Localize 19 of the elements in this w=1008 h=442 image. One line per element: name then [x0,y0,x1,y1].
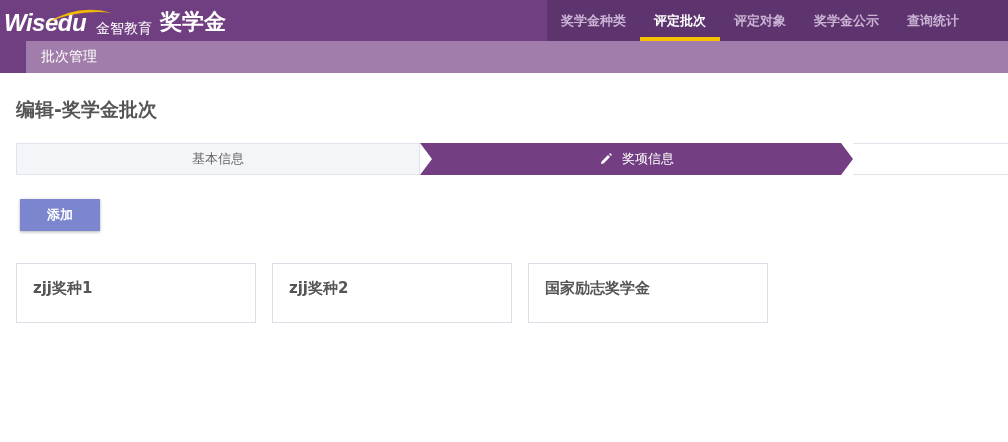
nav-tab[interactable]: 查询统计 [893,0,973,41]
step-tab[interactable]: 奖项信息 [420,143,853,175]
card-title: 国家励志奖学金 [545,279,650,297]
add-button[interactable]: 添加 [20,199,100,231]
nav-tab[interactable]: 奖学金种类 [547,0,640,41]
pencil-icon [599,153,612,165]
logo-subtitle: 金智教育 [96,21,153,35]
step-tab[interactable]: 基本信息 [16,143,420,175]
award-card[interactable]: zjj奖种2 [272,263,512,323]
nav-tab[interactable]: 奖学金公示 [800,0,893,41]
logo: Wisedu [4,11,87,35]
nav-tab[interactable]: 评定对象 [720,0,800,41]
card-title: zjj奖种2 [289,279,349,297]
breadcrumb[interactable]: 批次管理 [41,48,97,66]
award-card[interactable]: 国家励志奖学金 [528,263,768,323]
page-title: 编辑-奖学金批次 [16,97,158,121]
card-title: zjj奖种1 [33,279,93,297]
app-title: 奖学金 [160,11,227,33]
award-card[interactable]: zjj奖种1 [16,263,256,323]
